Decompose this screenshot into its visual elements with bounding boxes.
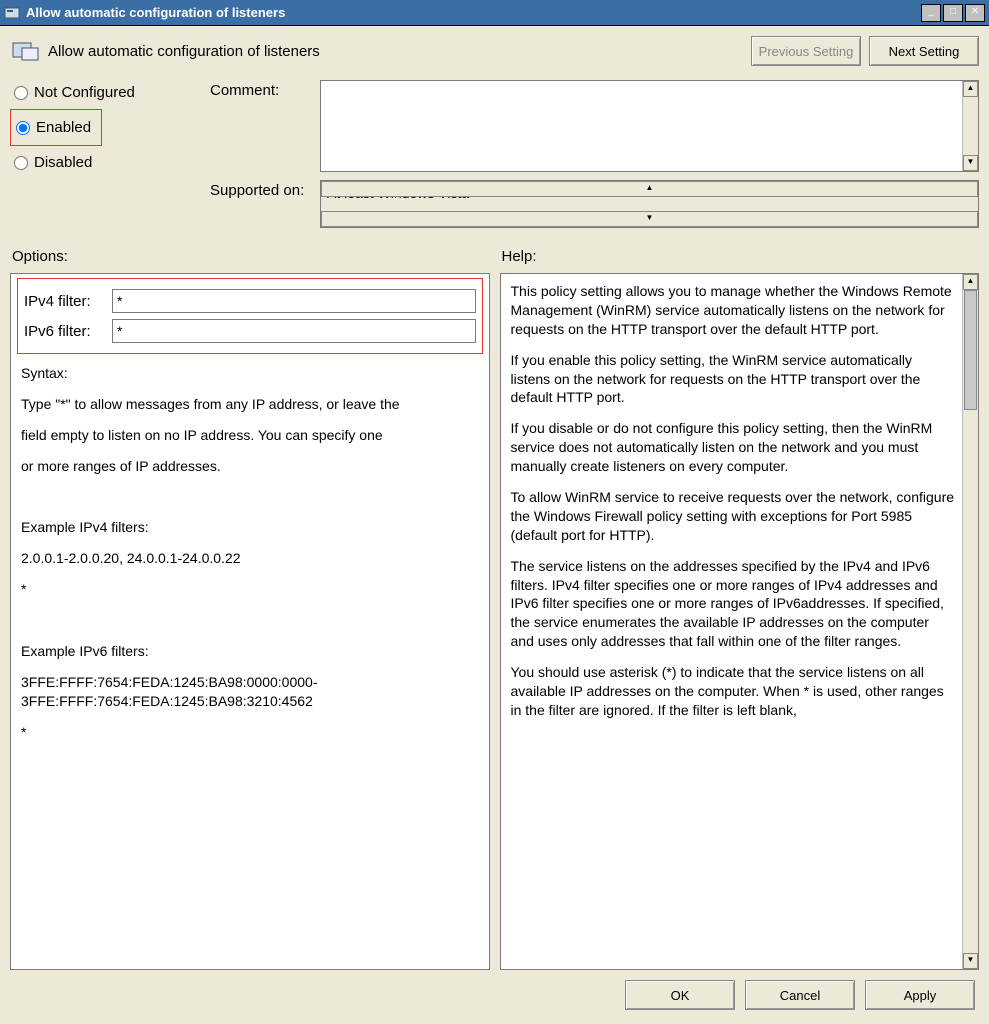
supported-on-value: At least Windows Vista ▲ ▼ [320, 180, 979, 228]
example-ipv4-text: * [21, 580, 479, 599]
radio-disabled-label: Disabled [34, 154, 92, 171]
maximize-button[interactable]: □ [943, 4, 963, 22]
syntax-heading: Syntax: [21, 364, 479, 383]
scroll-up-icon[interactable]: ▲ [963, 81, 978, 97]
example-ipv6-text: 3FFE:FFFF:7654:FEDA:1245:BA98:0000:0000-… [21, 673, 479, 711]
example-ipv6-heading: Example IPv6 filters: [21, 642, 479, 661]
comment-textarea[interactable]: ▲ ▼ [320, 80, 979, 172]
help-text: The service listens on the addresses spe… [511, 557, 955, 651]
cancel-button[interactable]: Cancel [745, 980, 855, 1010]
syntax-text: field empty to listen on no IP address. … [21, 426, 479, 445]
radio-disabled-input[interactable] [14, 156, 28, 170]
dialog-footer: OK Cancel Apply [10, 970, 979, 1020]
radio-enabled-label: Enabled [36, 119, 91, 136]
scrollbar[interactable]: ▲ ▼ [962, 81, 978, 171]
scroll-down-icon[interactable]: ▼ [321, 211, 978, 227]
policy-icon [12, 40, 40, 62]
radio-enabled[interactable]: Enabled [14, 117, 93, 138]
window-title: Allow automatic configuration of listene… [26, 5, 921, 20]
scroll-down-icon[interactable]: ▼ [963, 155, 978, 171]
syntax-text: Type "*" to allow messages from any IP a… [21, 395, 479, 414]
scroll-up-icon[interactable]: ▲ [963, 274, 978, 290]
radio-not-configured[interactable]: Not Configured [12, 82, 208, 103]
supported-on-label: Supported on: [210, 180, 320, 228]
help-text: This policy setting allows you to manage… [511, 282, 955, 339]
example-ipv6-text: * [21, 723, 479, 742]
syntax-text: or more ranges of IP addresses. [21, 457, 479, 476]
example-ipv4-text: 2.0.0.1-2.0.0.20, 24.0.0.1-24.0.0.22 [21, 549, 479, 568]
titlebar: Allow automatic configuration of listene… [0, 0, 989, 26]
next-setting-button[interactable]: Next Setting [869, 36, 979, 66]
help-text: If you disable or do not configure this … [511, 419, 955, 476]
example-ipv4-heading: Example IPv4 filters: [21, 518, 479, 537]
apply-button[interactable]: Apply [865, 980, 975, 1010]
header-row: Allow automatic configuration of listene… [10, 34, 979, 76]
radio-not-configured-input[interactable] [14, 86, 28, 100]
page-title: Allow automatic configuration of listene… [48, 43, 320, 60]
scrollbar[interactable]: ▲ ▼ [962, 274, 978, 969]
ipv4-filter-input[interactable] [112, 289, 476, 313]
scroll-down-icon[interactable]: ▼ [963, 953, 978, 969]
state-radio-group: Not Configured Enabled Disabled [10, 76, 210, 179]
help-header: Help: [502, 248, 980, 265]
help-text: You should use asterisk (*) to indicate … [511, 663, 955, 720]
radio-not-configured-label: Not Configured [34, 84, 135, 101]
help-panel: This policy setting allows you to manage… [500, 273, 980, 970]
scroll-up-icon[interactable]: ▲ [321, 181, 978, 197]
ipv6-filter-label: IPv6 filter: [24, 323, 104, 340]
filter-highlight: IPv4 filter: IPv6 filter: [17, 278, 483, 354]
ipv4-filter-label: IPv4 filter: [24, 293, 104, 310]
help-text: If you enable this policy setting, the W… [511, 351, 955, 408]
scroll-thumb[interactable] [964, 290, 977, 410]
minimize-button[interactable]: _ [921, 4, 941, 22]
options-header: Options: [12, 248, 490, 265]
ok-button[interactable]: OK [625, 980, 735, 1010]
comment-label: Comment: [210, 80, 320, 172]
close-button[interactable]: ✕ [965, 4, 985, 22]
help-text: To allow WinRM service to receive reques… [511, 488, 955, 545]
policy-icon [4, 5, 20, 21]
radio-disabled[interactable]: Disabled [12, 152, 208, 173]
previous-setting-button[interactable]: Previous Setting [751, 36, 861, 66]
options-panel: IPv4 filter: IPv6 filter: Syntax: Type "… [10, 273, 490, 970]
radio-enabled-input[interactable] [16, 121, 30, 135]
ipv6-filter-input[interactable] [112, 319, 476, 343]
